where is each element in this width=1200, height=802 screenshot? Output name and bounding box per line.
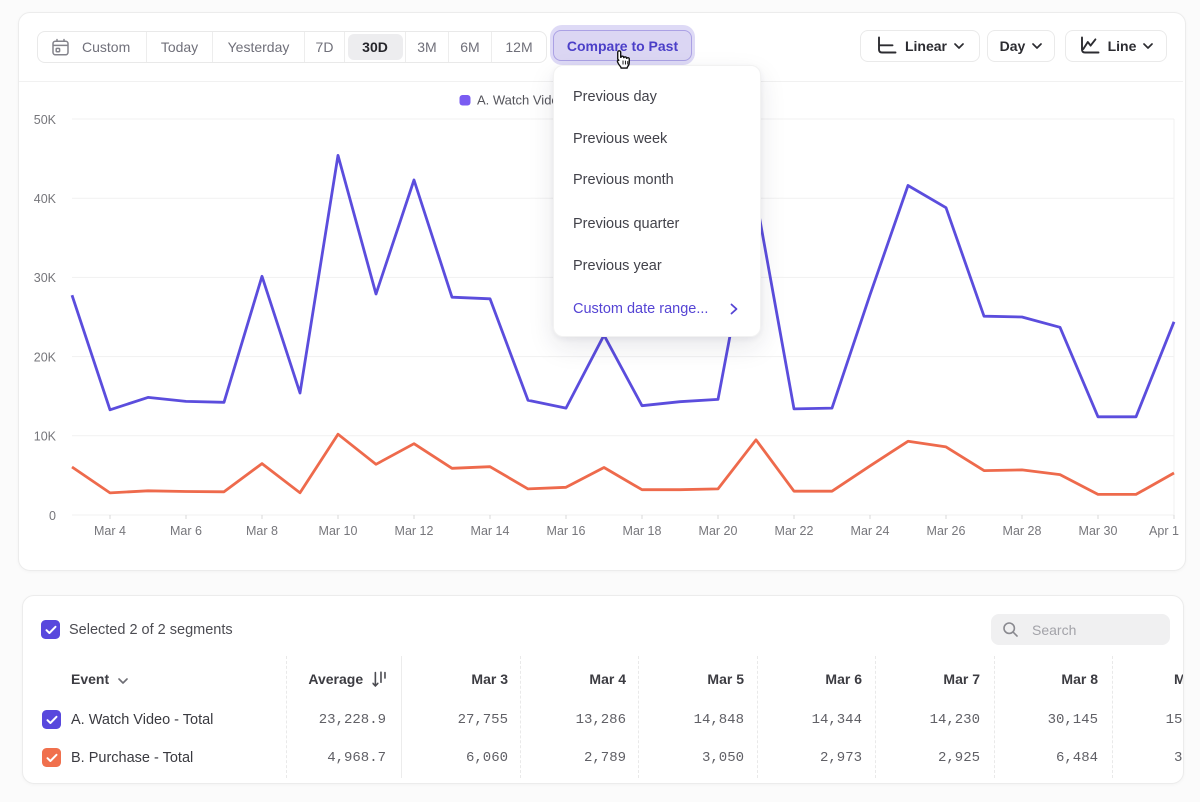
svg-text:Mar 4: Mar 4: [94, 524, 126, 538]
svg-text:Mar 6: Mar 6: [170, 524, 202, 538]
svg-text:Mar 30: Mar 30: [1079, 524, 1118, 538]
svg-text:Mar 28: Mar 28: [1003, 524, 1042, 538]
svg-text:30K: 30K: [34, 271, 57, 285]
svg-text:50K: 50K: [34, 113, 57, 127]
svg-text:40K: 40K: [34, 192, 57, 206]
svg-text:Mar 20: Mar 20: [699, 524, 738, 538]
svg-text:Mar 26: Mar 26: [927, 524, 966, 538]
svg-text:Mar 22: Mar 22: [775, 524, 814, 538]
svg-text:Mar 10: Mar 10: [319, 524, 358, 538]
svg-text:0: 0: [49, 509, 56, 523]
svg-text:Mar 14: Mar 14: [471, 524, 510, 538]
svg-text:Apr 1: Apr 1: [1149, 524, 1179, 538]
svg-text:10K: 10K: [34, 430, 57, 444]
svg-text:Mar 16: Mar 16: [547, 524, 586, 538]
svg-text:20K: 20K: [34, 351, 57, 365]
svg-text:Mar 8: Mar 8: [246, 524, 278, 538]
svg-text:Mar 18: Mar 18: [623, 524, 662, 538]
svg-text:Mar 12: Mar 12: [395, 524, 434, 538]
svg-text:Mar 24: Mar 24: [851, 524, 890, 538]
